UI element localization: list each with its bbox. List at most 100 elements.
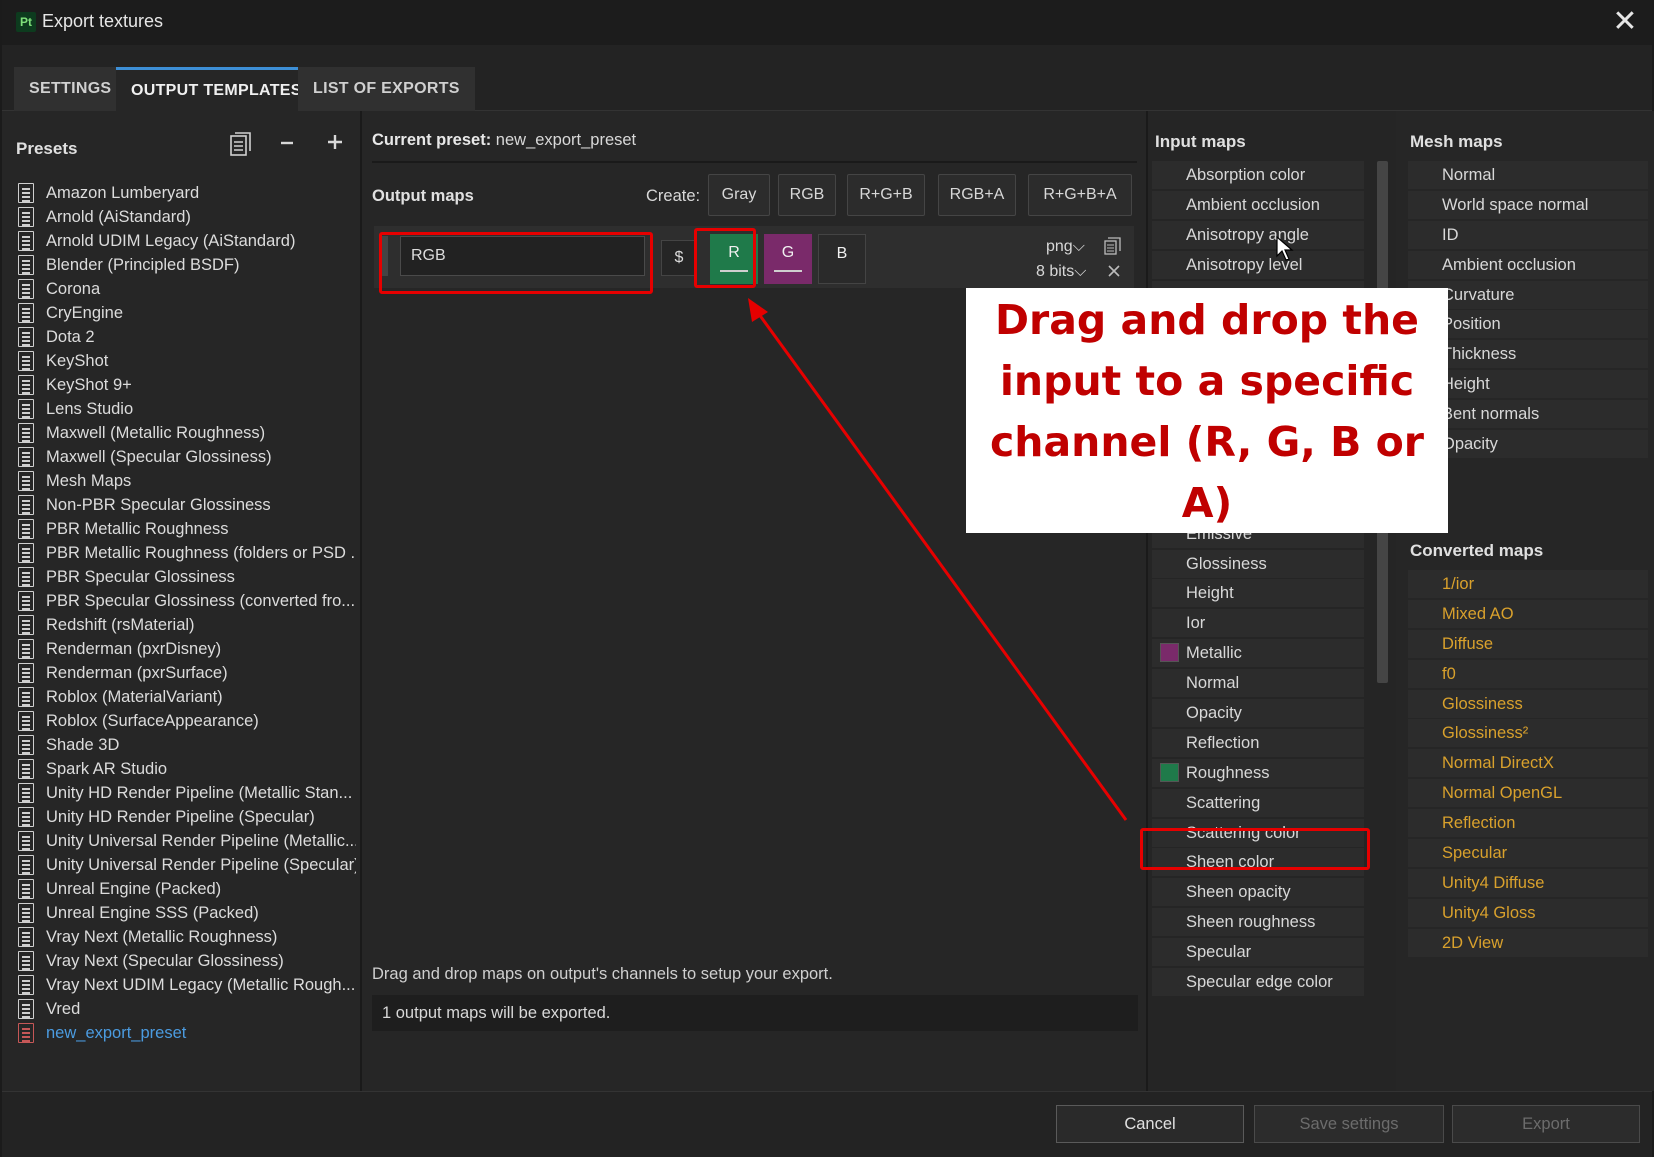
input-map-item[interactable]: Metallic: [1152, 639, 1364, 668]
converted-map-item[interactable]: Normal OpenGL: [1408, 779, 1648, 808]
converted-map-item[interactable]: Glossiness: [1408, 689, 1648, 718]
preset-item[interactable]: Amazon Lumberyard: [16, 181, 356, 205]
preset-item[interactable]: Unreal Engine SSS (Packed): [16, 901, 356, 925]
input-map-item[interactable]: Scattering: [1152, 788, 1364, 817]
duplicate-icon[interactable]: [226, 131, 256, 161]
converted-map-item[interactable]: Unity4 Diffuse: [1408, 868, 1648, 897]
input-map-item[interactable]: Normal: [1152, 669, 1364, 698]
converted-map-item[interactable]: f0: [1408, 659, 1648, 688]
preset-item[interactable]: Renderman (pxrDisney): [16, 637, 356, 661]
mesh-map-item[interactable]: ID: [1408, 220, 1648, 249]
preset-item[interactable]: Unreal Engine (Packed): [16, 877, 356, 901]
create-r-g-b-button[interactable]: R+G+B: [847, 174, 925, 216]
preset-item[interactable]: Unity Universal Render Pipeline (Metalli…: [16, 829, 356, 853]
preset-item[interactable]: Roblox (MaterialVariant): [16, 685, 356, 709]
converted-map-item[interactable]: Normal DirectX: [1408, 749, 1648, 778]
preset-item[interactable]: Unity HD Render Pipeline (Specular): [16, 805, 356, 829]
preset-item[interactable]: Shade 3D: [16, 733, 356, 757]
preset-item[interactable]: Renderman (pxrSurface): [16, 661, 356, 685]
preset-item[interactable]: Dota 2: [16, 325, 356, 349]
close-icon[interactable]: ✕: [1608, 6, 1642, 40]
create-rgb-button[interactable]: RGB: [778, 174, 836, 216]
input-map-item[interactable]: Anisotropy angle: [1152, 220, 1364, 249]
input-map-item[interactable]: Ior: [1152, 609, 1364, 638]
minus-icon[interactable]: [272, 131, 302, 161]
input-map-item[interactable]: Scattering color: [1152, 818, 1364, 847]
preset-item[interactable]: Vred: [16, 997, 356, 1021]
output-map-name-input[interactable]: [400, 236, 645, 276]
converted-map-item[interactable]: Reflection: [1408, 809, 1648, 838]
input-map-item[interactable]: Roughness: [1152, 758, 1364, 787]
cancel-button[interactable]: Cancel: [1056, 1105, 1244, 1143]
input-map-item[interactable]: Sheen roughness: [1152, 908, 1364, 937]
preset-item[interactable]: PBR Metallic Roughness (folders or PSD .…: [16, 541, 356, 565]
preset-item[interactable]: Unity HD Render Pipeline (Metallic Stan.…: [16, 781, 356, 805]
preset-item[interactable]: Mesh Maps: [16, 469, 356, 493]
remove-icon[interactable]: [1107, 264, 1121, 283]
preset-item[interactable]: Arnold (AiStandard): [16, 205, 356, 229]
input-map-item[interactable]: Height: [1152, 579, 1364, 608]
preset-item[interactable]: KeyShot 9+: [16, 373, 356, 397]
preset-label: Blender (Principled BSDF): [46, 256, 240, 274]
preset-item[interactable]: Unity Universal Render Pipeline (Specula…: [16, 853, 356, 877]
preset-item[interactable]: Redshift (rsMaterial): [16, 613, 356, 637]
plus-icon[interactable]: [320, 131, 350, 161]
converted-map-item[interactable]: Unity4 Gloss: [1408, 898, 1648, 927]
channel-g-slot[interactable]: G: [764, 234, 812, 284]
format-dropdown[interactable]: png⌵: [1046, 238, 1085, 256]
preset-item[interactable]: Non-PBR Specular Glossiness: [16, 493, 356, 517]
preset-item[interactable]: Lens Studio: [16, 397, 356, 421]
preset-item[interactable]: PBR Specular Glossiness: [16, 565, 356, 589]
preset-item[interactable]: Vray Next UDIM Legacy (Metallic Rough...: [16, 973, 356, 997]
document-icon: [18, 783, 34, 803]
input-map-item[interactable]: Absorption color: [1152, 161, 1364, 189]
preset-item[interactable]: KeyShot: [16, 349, 356, 373]
mesh-map-item[interactable]: Ambient occlusion: [1408, 250, 1648, 279]
converted-map-item[interactable]: Mixed AO: [1408, 599, 1648, 628]
dollar-variable-button[interactable]: $: [661, 240, 697, 276]
preset-item[interactable]: Corona: [16, 277, 356, 301]
input-map-item[interactable]: Reflection: [1152, 728, 1364, 757]
preset-item[interactable]: PBR Specular Glossiness (converted fro..…: [16, 589, 356, 613]
input-map-item[interactable]: Opacity: [1152, 699, 1364, 728]
tab-settings[interactable]: SETTINGS: [14, 67, 127, 111]
channel-r-slot[interactable]: R: [710, 234, 758, 284]
converted-map-item[interactable]: 1/ior: [1408, 570, 1648, 598]
input-map-item[interactable]: Sheen color: [1152, 848, 1364, 877]
preset-item[interactable]: Maxwell (Specular Glossiness): [16, 445, 356, 469]
preset-item[interactable]: Maxwell (Metallic Roughness): [16, 421, 356, 445]
input-map-item[interactable]: Anisotropy level: [1152, 250, 1364, 279]
converted-map-item[interactable]: Diffuse: [1408, 629, 1648, 658]
mesh-map-item[interactable]: World space normal: [1408, 190, 1648, 219]
input-map-item[interactable]: Specular edge color: [1152, 968, 1364, 997]
drag-handle[interactable]: [382, 236, 388, 276]
preset-item[interactable]: Vray Next (Specular Glossiness): [16, 949, 356, 973]
preset-item[interactable]: CryEngine: [16, 301, 356, 325]
bit-depth-dropdown[interactable]: 8 bits⌵: [1036, 263, 1086, 281]
input-map-item[interactable]: Ambient occlusion: [1152, 190, 1364, 219]
input-map-label: Opacity: [1186, 704, 1242, 723]
preset-item[interactable]: Arnold UDIM Legacy (AiStandard): [16, 229, 356, 253]
tab-list-of-exports[interactable]: LIST OF EXPORTS: [298, 67, 475, 111]
channel-b-slot[interactable]: B: [818, 234, 866, 284]
create-gray-button[interactable]: Gray: [708, 174, 770, 216]
input-map-item[interactable]: Specular: [1152, 938, 1364, 967]
preset-item[interactable]: Spark AR Studio: [16, 757, 356, 781]
preset-item[interactable]: Vray Next (Metallic Roughness): [16, 925, 356, 949]
preset-item[interactable]: new_export_preset: [16, 1021, 356, 1045]
input-map-item[interactable]: Glossiness: [1152, 549, 1364, 578]
preset-item[interactable]: Blender (Principled BSDF): [16, 253, 356, 277]
create-rgb-a-button[interactable]: RGB+A: [938, 174, 1016, 216]
copy-icon[interactable]: [1104, 237, 1122, 260]
converted-map-item[interactable]: Specular: [1408, 839, 1648, 868]
export-button[interactable]: Export: [1452, 1105, 1640, 1143]
preset-item[interactable]: Roblox (SurfaceAppearance): [16, 709, 356, 733]
save-settings-button[interactable]: Save settings: [1254, 1105, 1444, 1143]
tab-output-templates[interactable]: OUTPUT TEMPLATES: [116, 67, 317, 111]
create-r-g-b-a-button[interactable]: R+G+B+A: [1028, 174, 1132, 216]
mesh-map-item[interactable]: Normal: [1408, 161, 1648, 189]
preset-item[interactable]: PBR Metallic Roughness: [16, 517, 356, 541]
input-map-item[interactable]: Sheen opacity: [1152, 878, 1364, 907]
converted-map-item[interactable]: 2D View: [1408, 928, 1648, 957]
converted-map-item[interactable]: Glossiness²: [1408, 719, 1648, 748]
